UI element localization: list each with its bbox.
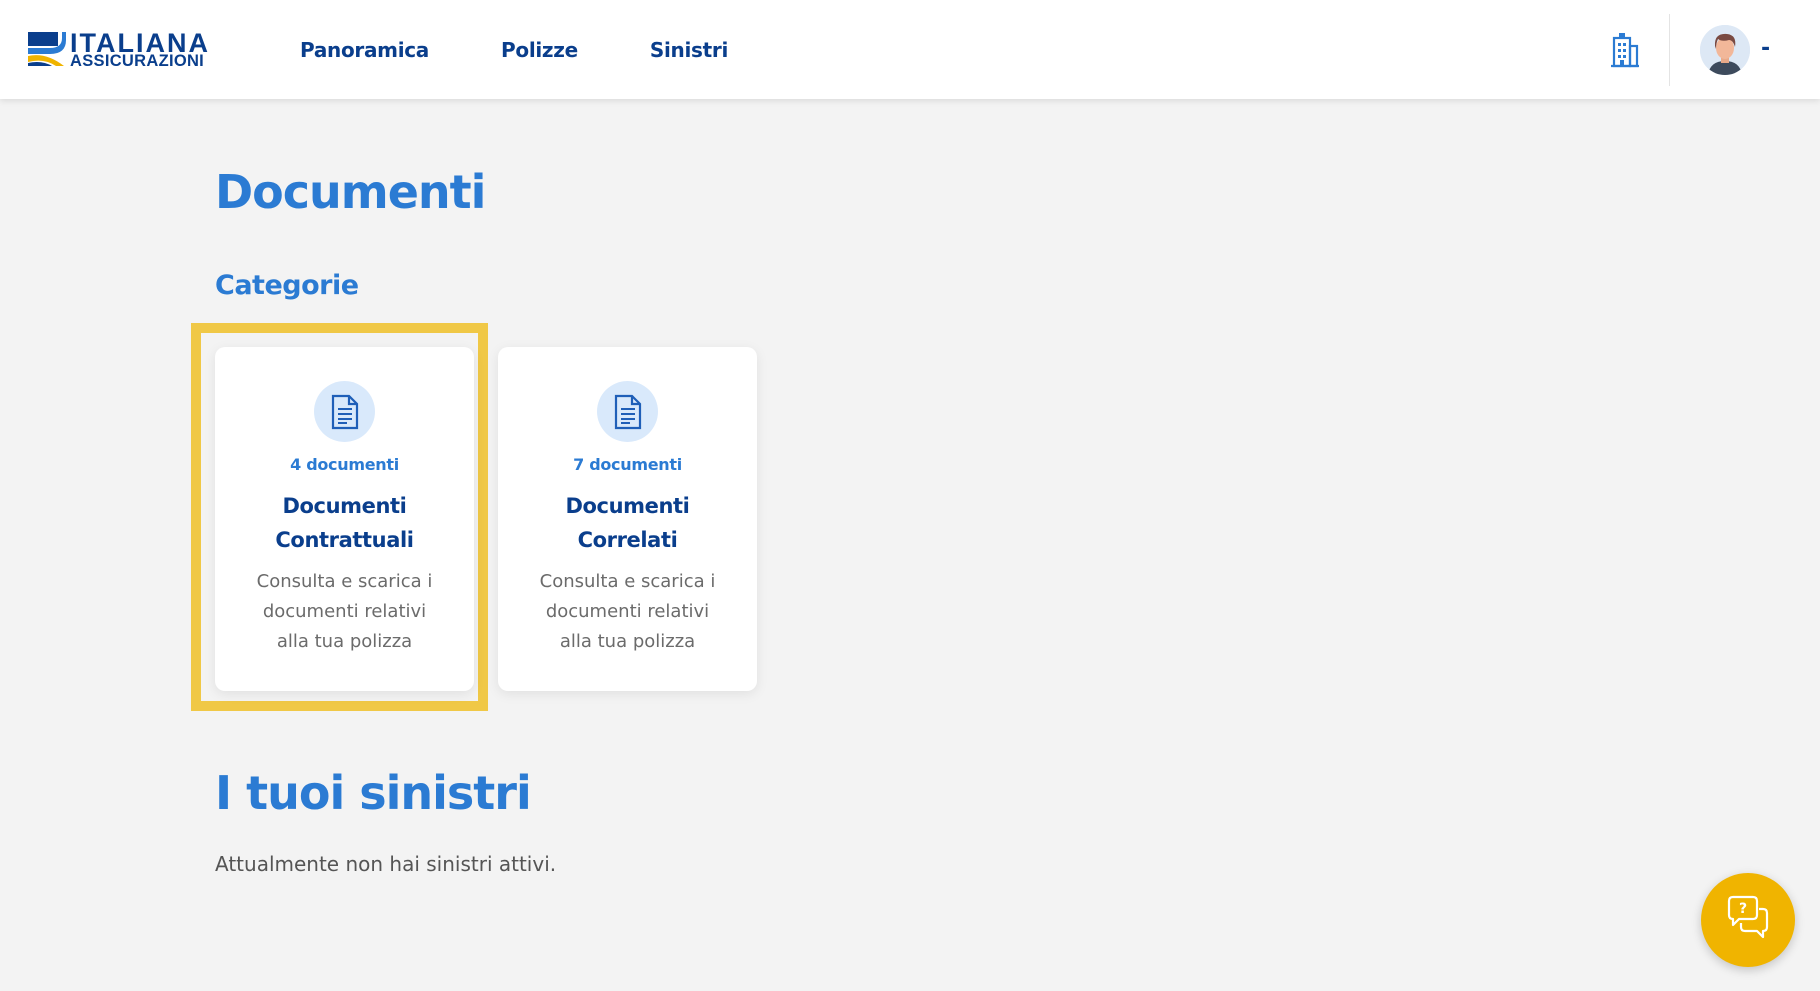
document-icon bbox=[597, 381, 658, 442]
claims-heading: I tuoi sinistri bbox=[215, 766, 532, 820]
card-description: Consulta e scarica i documenti relativi … bbox=[539, 571, 716, 652]
category-card-documenti-correlati[interactable]: 7 documenti Documenti Correlati Consulta… bbox=[498, 347, 757, 691]
card-document-count: 4 documenti bbox=[290, 455, 399, 474]
italiana-assicurazioni-logo[interactable]: ITALIANA ASSICURAZIONI bbox=[28, 30, 238, 70]
user-avatar[interactable] bbox=[1700, 25, 1750, 75]
svg-text:?: ? bbox=[1739, 901, 1747, 917]
card-title: Documenti Contrattuali bbox=[275, 494, 414, 552]
card-description: Consulta e scarica i documenti relativi … bbox=[256, 571, 433, 652]
categories-heading: Categorie bbox=[215, 270, 359, 301]
help-chat-button[interactable]: ? bbox=[1701, 873, 1795, 967]
main-nav: Panoramica Polizze Sinistri bbox=[300, 0, 800, 99]
card-document-count: 7 documenti bbox=[573, 455, 682, 474]
user-name[interactable]: - bbox=[1761, 36, 1770, 61]
nav-polizze[interactable]: Polizze bbox=[501, 38, 578, 62]
chat-help-icon: ? bbox=[1727, 895, 1769, 939]
nav-sinistri[interactable]: Sinistri bbox=[650, 38, 728, 62]
card-title: Documenti Correlati bbox=[565, 494, 690, 552]
logo-mark-icon bbox=[28, 32, 66, 66]
nav-panoramica[interactable]: Panoramica bbox=[300, 38, 429, 62]
building-icon[interactable] bbox=[1610, 32, 1640, 68]
page-title: Documenti bbox=[215, 165, 486, 219]
category-card-documenti-contrattuali[interactable]: 4 documenti Documenti Contrattuali Consu… bbox=[215, 347, 474, 691]
logo-text-secondary: ASSICURAZIONI bbox=[70, 52, 205, 70]
header-divider bbox=[1669, 14, 1670, 86]
claims-empty-message: Attualmente non hai sinistri attivi. bbox=[215, 852, 557, 876]
top-navigation-bar: ITALIANA ASSICURAZIONI Panoramica Polizz… bbox=[0, 0, 1820, 99]
document-icon bbox=[314, 381, 375, 442]
